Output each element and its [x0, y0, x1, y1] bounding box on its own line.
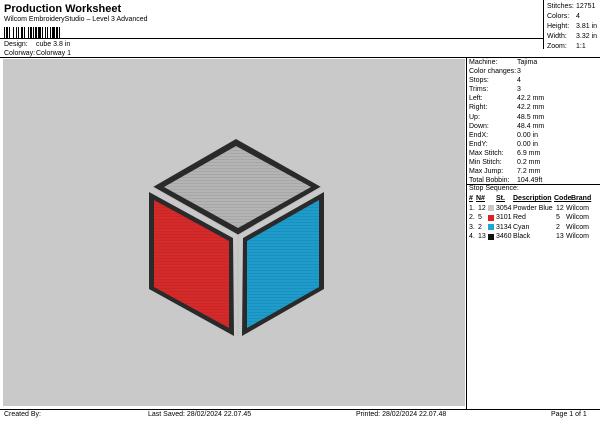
printed-date: Printed: 28/02/2024 22.07.48 [356, 411, 447, 418]
page-title: Production Worksheet [4, 3, 122, 15]
color-swatch [488, 214, 494, 221]
footer: Created By: Last Saved: 28/02/2024 22.07… [0, 411, 600, 423]
barcode [4, 27, 60, 38]
info-row: Up: 48.5 mm [469, 113, 545, 121]
info-row: Down: 48.4 mm [469, 122, 545, 130]
stat-row: Width: 3.32 in [547, 33, 598, 40]
info-row: Trims: 3 [469, 86, 521, 94]
footer-divider [0, 409, 600, 410]
page-number: Page 1 of 1 [551, 411, 587, 418]
info-row: Stops: 4 [469, 77, 521, 85]
colorway-label: Colorway: [4, 50, 36, 57]
stat-row: Zoom: 1:1 [547, 43, 586, 50]
stat-row: Colors: 4 [547, 13, 580, 20]
color-swatch [488, 205, 494, 211]
top-stats: Stitches: 12751 Colors: 4 Height: 3.81 in W… [545, 2, 600, 52]
color-swatch [488, 224, 494, 230]
info-row: Left: 42.2 mm [469, 95, 545, 103]
info-row: Right: 42.2 mm [469, 104, 545, 112]
info-row: Max Jump: 7.2 mm [469, 168, 541, 176]
design-preview [3, 59, 465, 406]
table-row: 2. 5 3101 Red 5 Wilcom [469, 214, 589, 221]
table-row: 4. 13 3460 Black 13 Wilcom [469, 233, 589, 240]
stop-sequence-table: # N# St. Description Code Brand 1. 12 30… [467, 194, 600, 242]
design-label: Design: [4, 41, 28, 48]
table-header: # N# St. Description Code Brand [469, 195, 592, 202]
info-row: EndX: 0.00 in [469, 131, 539, 139]
header-divider [0, 38, 543, 39]
design-value: cube 3.8 in [36, 41, 71, 48]
info-row: Min Stitch: 0.2 mm [469, 159, 541, 167]
stop-sequence-title: Stop Sequence: [469, 185, 519, 192]
info-row: Machine: Tajima [469, 59, 538, 66]
color-swatch [488, 233, 494, 240]
created-by: Created By: [4, 411, 41, 418]
last-saved: Last Saved: 28/02/2024 22.07.45 [148, 411, 252, 418]
software-subtitle: Wilcom EmbroideryStudio – Level 3 Advanc… [4, 16, 148, 23]
stats-divider [543, 0, 544, 49]
colorway-value: Colorway 1 [36, 50, 72, 57]
stat-row: Height: 3.81 in [547, 23, 598, 30]
table-row: 1. 12 3054 Powder Blue 12 Wilcom [469, 204, 589, 212]
cube-embroidery [149, 139, 324, 336]
info-row: Max Stitch: 6.9 mm [469, 149, 541, 157]
info-row: Color changes: 3 [469, 68, 521, 76]
machine-info: Machine: Tajima Color changes: 3 Stops: 4 T… [467, 58, 600, 185]
table-row: 3. 2 3134 Cyan 2 Wilcom [469, 223, 589, 231]
info-row: EndY: 0.00 in [469, 140, 539, 148]
stat-row: Stitches: 12751 [547, 3, 596, 10]
